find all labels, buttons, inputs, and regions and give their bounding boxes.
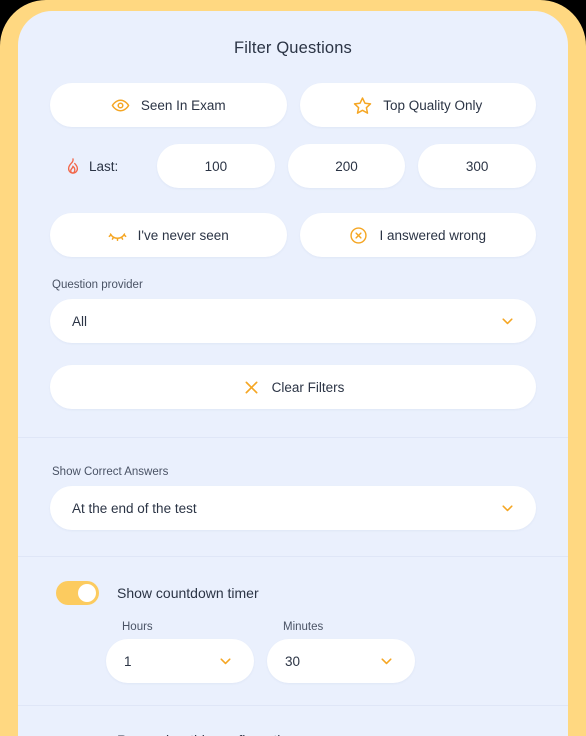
- eye-icon: [111, 96, 130, 115]
- show-correct-answers-select[interactable]: At the end of the test: [50, 486, 536, 530]
- filter-answered-wrong-label: I answered wrong: [379, 227, 487, 243]
- filter-seen-in-exam-button[interactable]: Seen In Exam: [50, 83, 287, 127]
- show-correct-answers-value: At the end of the test: [72, 500, 197, 516]
- device-frame: Filter Questions Seen In Exam Top Qualit…: [0, 0, 586, 736]
- minutes-select[interactable]: 30: [267, 639, 415, 683]
- hours-select[interactable]: 1: [106, 639, 254, 683]
- question-provider-label: Question provider: [52, 279, 143, 291]
- x-icon: [242, 378, 261, 397]
- filter-last-label: Last:: [89, 158, 119, 174]
- flame-icon: [64, 157, 82, 175]
- hours-field: Hours 1: [106, 621, 254, 683]
- countdown-timer-toggle[interactable]: [56, 581, 99, 605]
- hours-label: Hours: [122, 621, 153, 633]
- countdown-timer-row: Show countdown timer: [50, 581, 536, 605]
- filter-top-quality-only-label: Top Quality Only: [383, 97, 483, 113]
- circle-x-icon: [349, 226, 368, 245]
- clear-filters-button[interactable]: Clear Filters: [50, 365, 536, 409]
- countdown-timer-label: Show countdown timer: [117, 585, 259, 601]
- remember-config-label-line1: Remember this configuration: [117, 730, 296, 736]
- filter-never-seen-label: I've never seen: [137, 227, 229, 243]
- remember-config-section: Remember this configuration for future t…: [18, 706, 568, 736]
- filter-last-300-button[interactable]: 300: [418, 144, 537, 188]
- filter-seen-in-exam-label: Seen In Exam: [140, 97, 226, 113]
- filter-last-row: Last: 100 200 300: [50, 144, 537, 188]
- eye-closed-icon: [108, 226, 127, 245]
- show-correct-answers-label: Show Correct Answers: [52, 466, 169, 478]
- chevron-down-icon: [499, 500, 516, 517]
- question-provider-select[interactable]: All: [50, 299, 536, 343]
- chevron-down-icon: [217, 653, 234, 670]
- filters-section: Seen In Exam Top Quality Only Last: 100 …: [18, 83, 568, 409]
- filter-never-seen-button[interactable]: I've never seen: [50, 213, 287, 257]
- chevron-down-icon: [378, 653, 395, 670]
- filter-top-quality-only-button[interactable]: Top Quality Only: [299, 83, 536, 127]
- star-icon: [353, 96, 372, 115]
- countdown-duration-row: Hours 1 Minutes 30: [50, 621, 536, 683]
- filter-toggle-row-1: Seen In Exam Top Quality Only: [50, 83, 536, 127]
- show-correct-answers-section: Show Correct Answers At the end of the t…: [18, 438, 568, 556]
- question-provider-value: All: [72, 313, 88, 329]
- filter-toggle-row-2: I've never seen I answered wrong: [50, 213, 536, 257]
- remember-config-row: Remember this configuration for future t…: [50, 730, 536, 736]
- filter-questions-sheet: Filter Questions Seen In Exam Top Qualit…: [18, 11, 568, 736]
- hours-value: 1: [124, 653, 132, 669]
- toggle-knob: [78, 584, 96, 602]
- page-title: Filter Questions: [234, 39, 352, 57]
- clear-filters-label: Clear Filters: [271, 379, 345, 395]
- remember-config-label: Remember this configuration for future t…: [117, 730, 296, 736]
- filter-last-label-group: Last:: [50, 157, 144, 175]
- filter-last-100-button[interactable]: 100: [157, 144, 275, 188]
- minutes-label: Minutes: [283, 621, 324, 633]
- minutes-value: 30: [285, 653, 301, 669]
- filter-last-200-button[interactable]: 200: [287, 144, 406, 188]
- filter-answered-wrong-button[interactable]: I answered wrong: [299, 213, 536, 257]
- chevron-down-icon: [499, 313, 516, 330]
- minutes-field: Minutes 30: [267, 621, 415, 683]
- countdown-timer-section: Show countdown timer Hours 1 Minutes 30: [18, 557, 568, 705]
